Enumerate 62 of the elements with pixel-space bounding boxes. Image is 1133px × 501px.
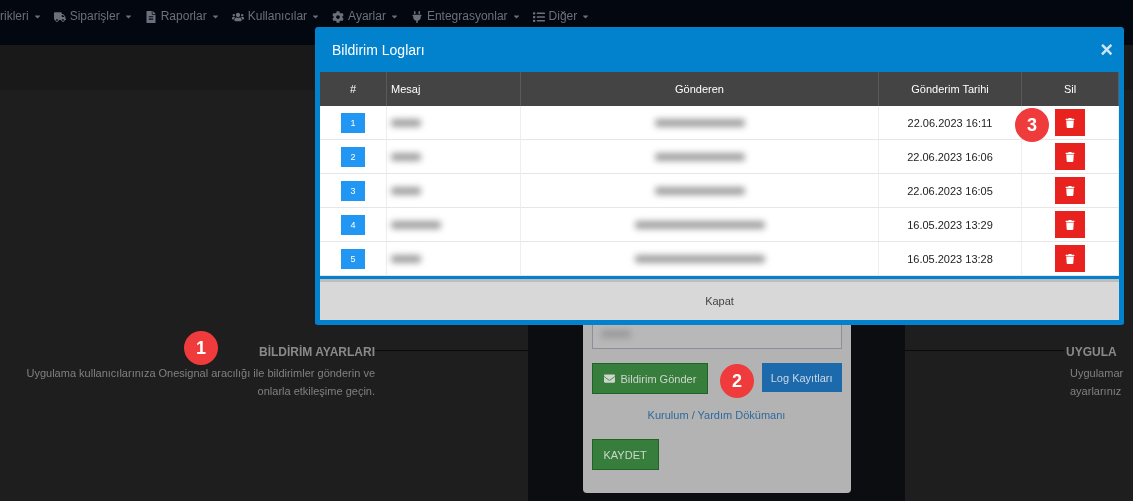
delete-button[interactable] bbox=[1055, 143, 1085, 170]
caret-icon bbox=[123, 12, 133, 21]
log-records-button[interactable]: Log Kayıtları bbox=[761, 363, 842, 392]
nav-item[interactable]: Raporlar bbox=[144, 10, 220, 23]
close-button[interactable]: × bbox=[1100, 36, 1119, 63]
caret-icon bbox=[389, 12, 399, 21]
blurred-text bbox=[391, 186, 421, 195]
section-description: Uygulama kullanıcılarınıza Onesignal aracılığı ile bildirimler gönderin ve onlarla etkileşime geçin. bbox=[25, 366, 375, 399]
caret-icon bbox=[511, 12, 521, 21]
nav-item[interactable]: Ayarlar bbox=[332, 10, 399, 23]
trash-icon bbox=[1065, 117, 1075, 128]
trash-icon bbox=[1065, 219, 1075, 230]
nav-item[interactable]: Siparişler bbox=[53, 10, 133, 23]
send-notification-button[interactable]: Bildirim Gönder bbox=[591, 363, 709, 394]
caret-icon bbox=[311, 12, 321, 21]
trash-icon bbox=[1065, 253, 1075, 264]
blurred-text bbox=[391, 254, 421, 263]
close-button[interactable]: Kapat bbox=[699, 294, 740, 308]
envelope-icon bbox=[603, 373, 615, 384]
blurred-text bbox=[391, 220, 441, 229]
step-marker: 1 bbox=[184, 331, 218, 365]
delete-button[interactable] bbox=[1055, 245, 1085, 272]
list-icon bbox=[532, 10, 545, 23]
table-cell: 22.06.2023 16:05 bbox=[879, 174, 1022, 208]
column-header: # bbox=[320, 72, 387, 106]
help-link[interactable]: Kurulum / Yardım Dökümanı bbox=[591, 409, 842, 421]
nav-item[interactable]: rikleri bbox=[0, 10, 42, 23]
section-title: BİLDİRİM AYARLARI bbox=[259, 345, 375, 359]
trash-icon bbox=[1065, 151, 1075, 162]
table-cell: 16.05.2023 13:29 bbox=[879, 208, 1022, 242]
section-description: Uygulamar ayarlarınız bbox=[1069, 366, 1125, 399]
row-number: 1 bbox=[341, 112, 365, 133]
save-button[interactable]: KAYDET bbox=[591, 439, 659, 470]
delete-button[interactable] bbox=[1055, 109, 1085, 136]
users-icon bbox=[231, 10, 244, 23]
modal-title: Bildirim Logları bbox=[332, 41, 425, 58]
table-cell: 22.06.2023 16:06 bbox=[879, 140, 1022, 174]
truck-icon bbox=[53, 10, 66, 23]
caret-icon bbox=[32, 12, 42, 21]
column-header: Gönderim Tarihi bbox=[879, 72, 1022, 106]
delete-button[interactable] bbox=[1055, 177, 1085, 204]
gear-icon bbox=[332, 10, 345, 23]
nav-item[interactable]: Kullanıcılar bbox=[231, 10, 321, 23]
column-header: Sil bbox=[1022, 72, 1119, 106]
row-number: 5 bbox=[341, 248, 365, 269]
nav-item[interactable]: Entegrasyonlar bbox=[410, 10, 521, 23]
trash-icon bbox=[1065, 185, 1075, 196]
section-title: UYGULA bbox=[1066, 345, 1117, 359]
row-number: 3 bbox=[341, 180, 365, 201]
caret-icon bbox=[210, 12, 220, 21]
caret-icon bbox=[581, 12, 591, 21]
delete-button[interactable] bbox=[1055, 211, 1085, 238]
row-number: 4 bbox=[341, 214, 365, 235]
table-cell: 16.05.2023 13:28 bbox=[879, 242, 1022, 276]
plug-icon bbox=[410, 10, 423, 23]
nav-item[interactable]: Diğer bbox=[532, 10, 591, 23]
column-header: Gönderen bbox=[521, 72, 879, 106]
column-header: Mesaj bbox=[387, 72, 521, 106]
document-icon bbox=[144, 10, 157, 23]
row-number: 2 bbox=[341, 146, 365, 167]
blurred-text bbox=[391, 118, 421, 127]
blurred-text bbox=[391, 152, 421, 161]
